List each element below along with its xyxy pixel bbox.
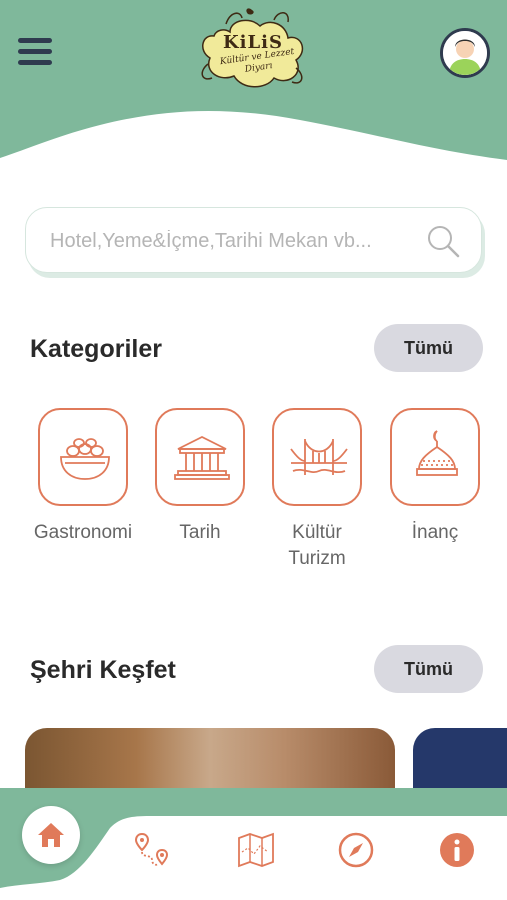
route-icon[interactable] <box>132 830 172 870</box>
search-input[interactable] <box>50 226 420 256</box>
bridge-icon <box>272 408 362 506</box>
category-label: Tarih <box>179 522 221 543</box>
category-tarih[interactable]: Tarih <box>145 408 255 546</box>
compass-icon[interactable] <box>336 830 376 870</box>
food-bowl-icon <box>38 408 128 506</box>
category-label: Gastronomi <box>33 522 133 543</box>
explore-all-button[interactable]: Tümü <box>374 645 483 693</box>
category-label-line2: Turizm <box>288 548 346 569</box>
map-icon[interactable] <box>236 830 276 870</box>
app-header: KiLiS Kültür ve Lezzet Diyarı <box>0 0 507 165</box>
user-avatar-icon[interactable] <box>440 28 490 78</box>
categories-title: Kategoriler <box>26 335 162 367</box>
search-icon[interactable] <box>426 224 460 258</box>
category-label: İnanç <box>411 522 459 543</box>
mosque-dome-icon <box>390 408 480 506</box>
kilis-logo: KiLiS Kültür ve Lezzet Diyarı <box>196 6 310 96</box>
category-label: Kültür Turizm <box>262 520 372 572</box>
category-kultur-turizm[interactable]: Kültür Turizm <box>262 408 372 572</box>
search-bar[interactable] <box>25 207 482 273</box>
categories-all-button[interactable]: Tümü <box>374 324 483 372</box>
museum-icon <box>155 408 245 506</box>
hamburger-menu-icon[interactable] <box>18 38 52 68</box>
explore-title: Şehri Keşfet <box>26 656 176 688</box>
info-icon[interactable] <box>437 830 477 870</box>
category-gastronomi[interactable]: Gastronomi <box>28 408 138 546</box>
categories-title-text: Kategoriler <box>30 335 162 363</box>
home-icon[interactable] <box>22 806 80 864</box>
explore-title-text: Şehri Keşfet <box>30 656 176 684</box>
category-inanc[interactable]: İnanç <box>380 408 490 546</box>
bottom-navigation <box>0 788 507 900</box>
category-label-line1: Kültür <box>292 522 342 543</box>
